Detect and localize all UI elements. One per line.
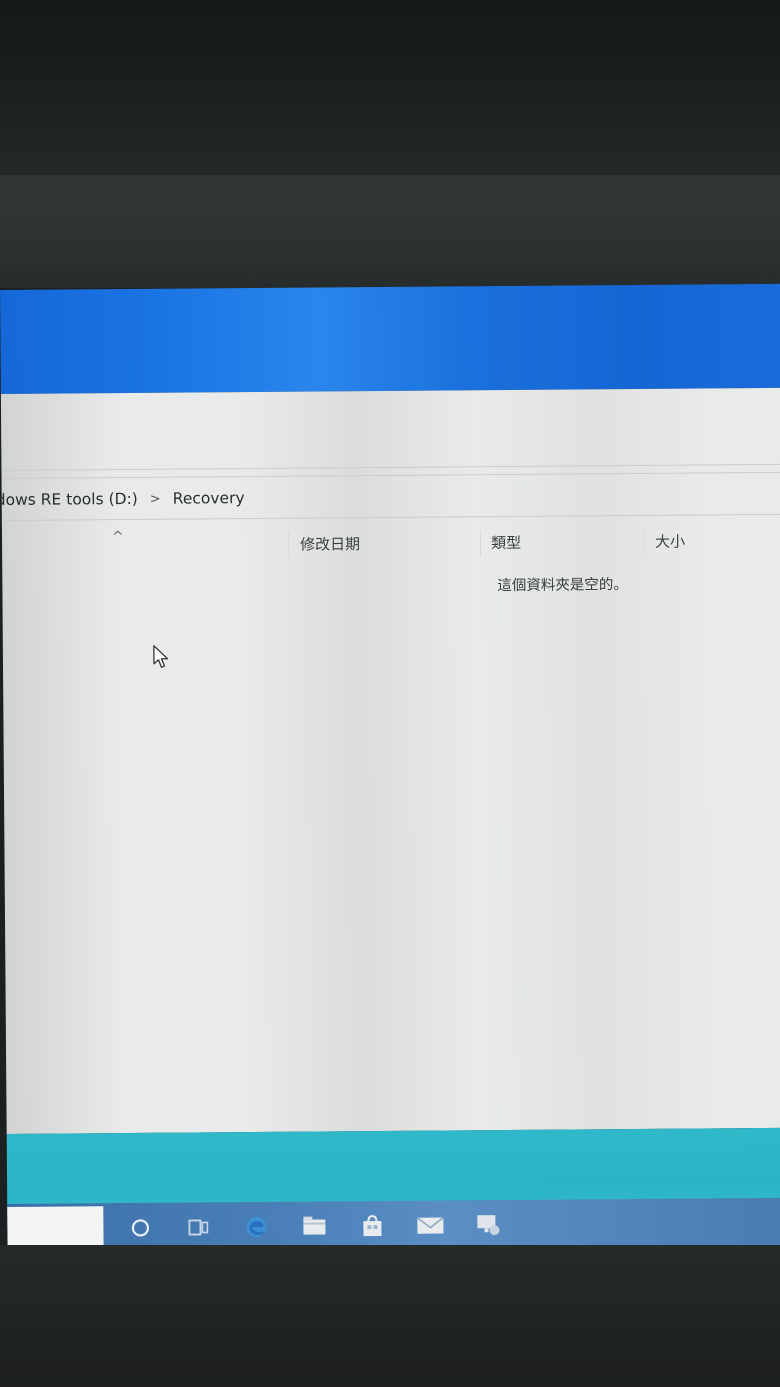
file-explorer-icon[interactable] — [287, 1204, 342, 1249]
bezel-shade — [0, 175, 780, 285]
monitor-bezel-top — [0, 0, 780, 288]
ribbon-area — [1, 388, 780, 472]
breadcrumb-drive[interactable]: dows RE tools (D:) — [0, 490, 138, 509]
network-icon[interactable] — [461, 1203, 515, 1247]
window-title-bar[interactable] — [0, 283, 780, 394]
column-separator[interactable] — [287, 531, 290, 558]
column-type[interactable]: 類型 — [491, 532, 521, 553]
screen: dows RE tools (D:) > Recovery ^ 修改日期 類型 … — [0, 276, 780, 1272]
column-date-modified[interactable]: 修改日期 — [300, 533, 360, 554]
column-headers: ^ 修改日期 類型 大小 — [2, 520, 780, 566]
empty-folder-message: 這個資料夾是空的。 — [497, 577, 628, 595]
mouse-cursor-icon — [153, 645, 169, 668]
edge-browser-icon[interactable] — [229, 1205, 283, 1249]
sort-ascending-icon[interactable]: ^ — [112, 529, 124, 545]
store-bag-icon[interactable] — [345, 1204, 399, 1248]
column-separator[interactable] — [479, 530, 482, 557]
column-separator[interactable] — [642, 528, 645, 555]
monitor-bezel-bottom — [0, 1245, 780, 1387]
cortana-circle-icon[interactable] — [113, 1206, 167, 1250]
breadcrumb-chevron-icon[interactable]: > — [150, 491, 161, 506]
file-explorer-window: dows RE tools (D:) > Recovery ^ 修改日期 類型 … — [0, 387, 780, 1134]
address-bar[interactable]: dows RE tools (D:) > Recovery — [0, 474, 780, 520]
column-size[interactable]: 大小 — [655, 531, 685, 552]
task-view-icon[interactable] — [171, 1205, 225, 1249]
breadcrumb-recovery[interactable]: Recovery — [173, 489, 245, 508]
mail-icon[interactable] — [403, 1203, 457, 1247]
